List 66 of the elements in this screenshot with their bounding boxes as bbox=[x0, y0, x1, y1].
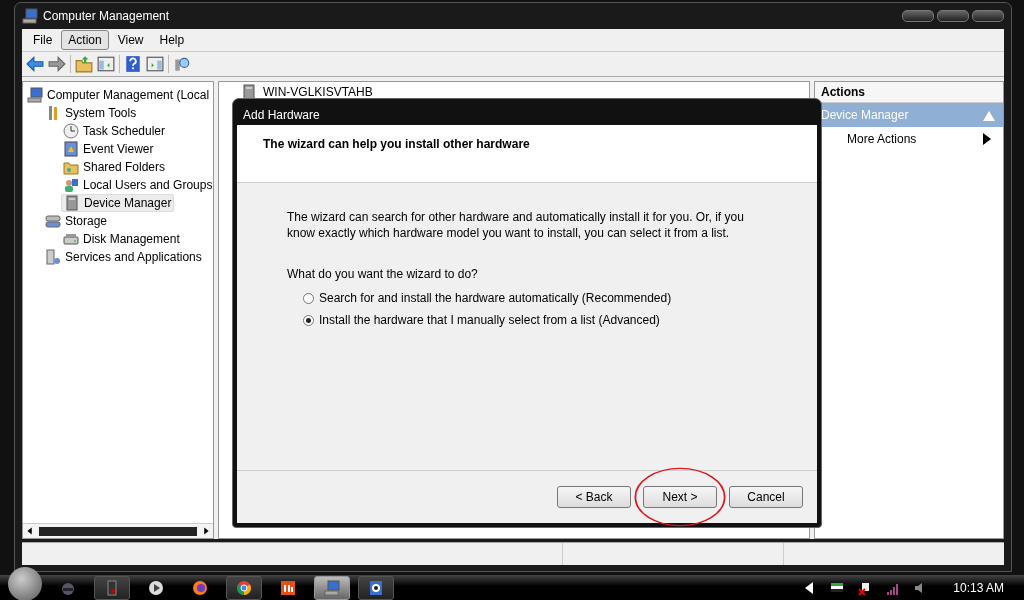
tree-item[interactable]: Event Viewer bbox=[61, 140, 156, 158]
taskbar-button[interactable] bbox=[358, 575, 394, 600]
dialog-title: Add Hardware bbox=[242, 107, 321, 124]
radio-option[interactable]: Install the hardware that I manually select from a list (Advanced) bbox=[303, 309, 767, 331]
tree-item[interactable]: Storage bbox=[43, 212, 110, 230]
mi-icon bbox=[280, 579, 296, 596]
action-label: More Actions bbox=[847, 132, 917, 146]
menu-item[interactable]: Help bbox=[152, 30, 192, 50]
media-player-icon bbox=[148, 579, 164, 596]
computer-icon bbox=[324, 579, 340, 596]
back-icon[interactable] bbox=[26, 55, 44, 73]
pane-icon[interactable] bbox=[146, 55, 164, 73]
taskbar-button[interactable] bbox=[226, 575, 262, 600]
radio-button[interactable] bbox=[303, 292, 314, 304]
device-icon bbox=[241, 84, 257, 100]
forward-icon[interactable] bbox=[48, 55, 66, 73]
section-title: Device Manager bbox=[821, 108, 909, 122]
tree-item[interactable]: Task Scheduler bbox=[61, 122, 168, 140]
tree-item[interactable]: Shared Folders bbox=[61, 158, 168, 176]
folder-up-icon[interactable] bbox=[75, 55, 93, 73]
folder-icon bbox=[63, 159, 79, 175]
disk-icon bbox=[63, 231, 79, 247]
help-icon[interactable] bbox=[124, 55, 142, 73]
radio-button[interactable] bbox=[303, 314, 314, 326]
tree-item[interactable]: Disk Management bbox=[61, 230, 182, 248]
tree-item[interactable]: Services and Applications bbox=[43, 248, 204, 266]
actions-header: Actions bbox=[815, 82, 1003, 103]
clock-icon bbox=[63, 123, 79, 139]
wizard-button[interactable]: Cancel bbox=[729, 486, 803, 508]
horizontal-scrollbar[interactable] bbox=[23, 523, 213, 538]
tree-item[interactable]: Computer Management (Local bbox=[25, 86, 212, 104]
menu-item[interactable]: Action bbox=[61, 30, 109, 50]
log-icon bbox=[63, 141, 79, 157]
pane-icon[interactable] bbox=[97, 55, 115, 73]
maximize-button[interactable] bbox=[937, 10, 969, 22]
firefox-icon bbox=[192, 579, 208, 596]
storage-icon bbox=[45, 213, 61, 229]
wizard-heading: The wizard can help you install other hardware bbox=[237, 125, 817, 183]
device-icon bbox=[104, 579, 120, 596]
intro-text: The wizard can search for other hardware and automatically install it for you. Or, if you know exactly which hardware model you want to install, you can select it from a list. bbox=[287, 209, 745, 241]
chrome-icon bbox=[236, 579, 252, 596]
menu-item[interactable]: File bbox=[26, 30, 60, 50]
wizard-button[interactable]: Next > bbox=[643, 486, 717, 508]
computer-icon bbox=[22, 8, 38, 24]
scroll-thumb[interactable] bbox=[39, 526, 197, 536]
wizard-button[interactable]: < Back bbox=[557, 486, 631, 508]
menu-item[interactable]: View bbox=[110, 30, 151, 50]
services-icon bbox=[45, 249, 61, 265]
users-icon bbox=[63, 177, 79, 193]
option-label: Search for and install the hardware automatically (Recommended) bbox=[319, 291, 672, 305]
radio-option[interactable]: Search for and install the hardware automatically (Recommended) bbox=[303, 287, 767, 309]
start-button[interactable] bbox=[8, 566, 42, 600]
clock[interactable]: 10:13 AM bbox=[941, 580, 1004, 595]
computer-icon bbox=[27, 87, 43, 103]
tree-item[interactable]: Device Manager bbox=[61, 194, 175, 212]
device-icon bbox=[64, 195, 80, 211]
option-label: Install the hardware that I manually select from a list (Advanced) bbox=[319, 313, 660, 327]
close-button[interactable] bbox=[972, 10, 1004, 22]
tree-item[interactable]: System Tools bbox=[43, 104, 139, 122]
wizard-icon bbox=[368, 579, 384, 596]
question-text: What do you want the wizard to do? bbox=[287, 267, 479, 281]
device-tree-root[interactable]: WIN-VGLKISVTAHB bbox=[263, 85, 373, 99]
action-item[interactable]: More Actions bbox=[815, 127, 1003, 151]
tree-item[interactable]: Local Users and Groups bbox=[61, 176, 215, 194]
window-title: Computer Management bbox=[43, 9, 171, 23]
minimize-button[interactable] bbox=[902, 10, 934, 22]
